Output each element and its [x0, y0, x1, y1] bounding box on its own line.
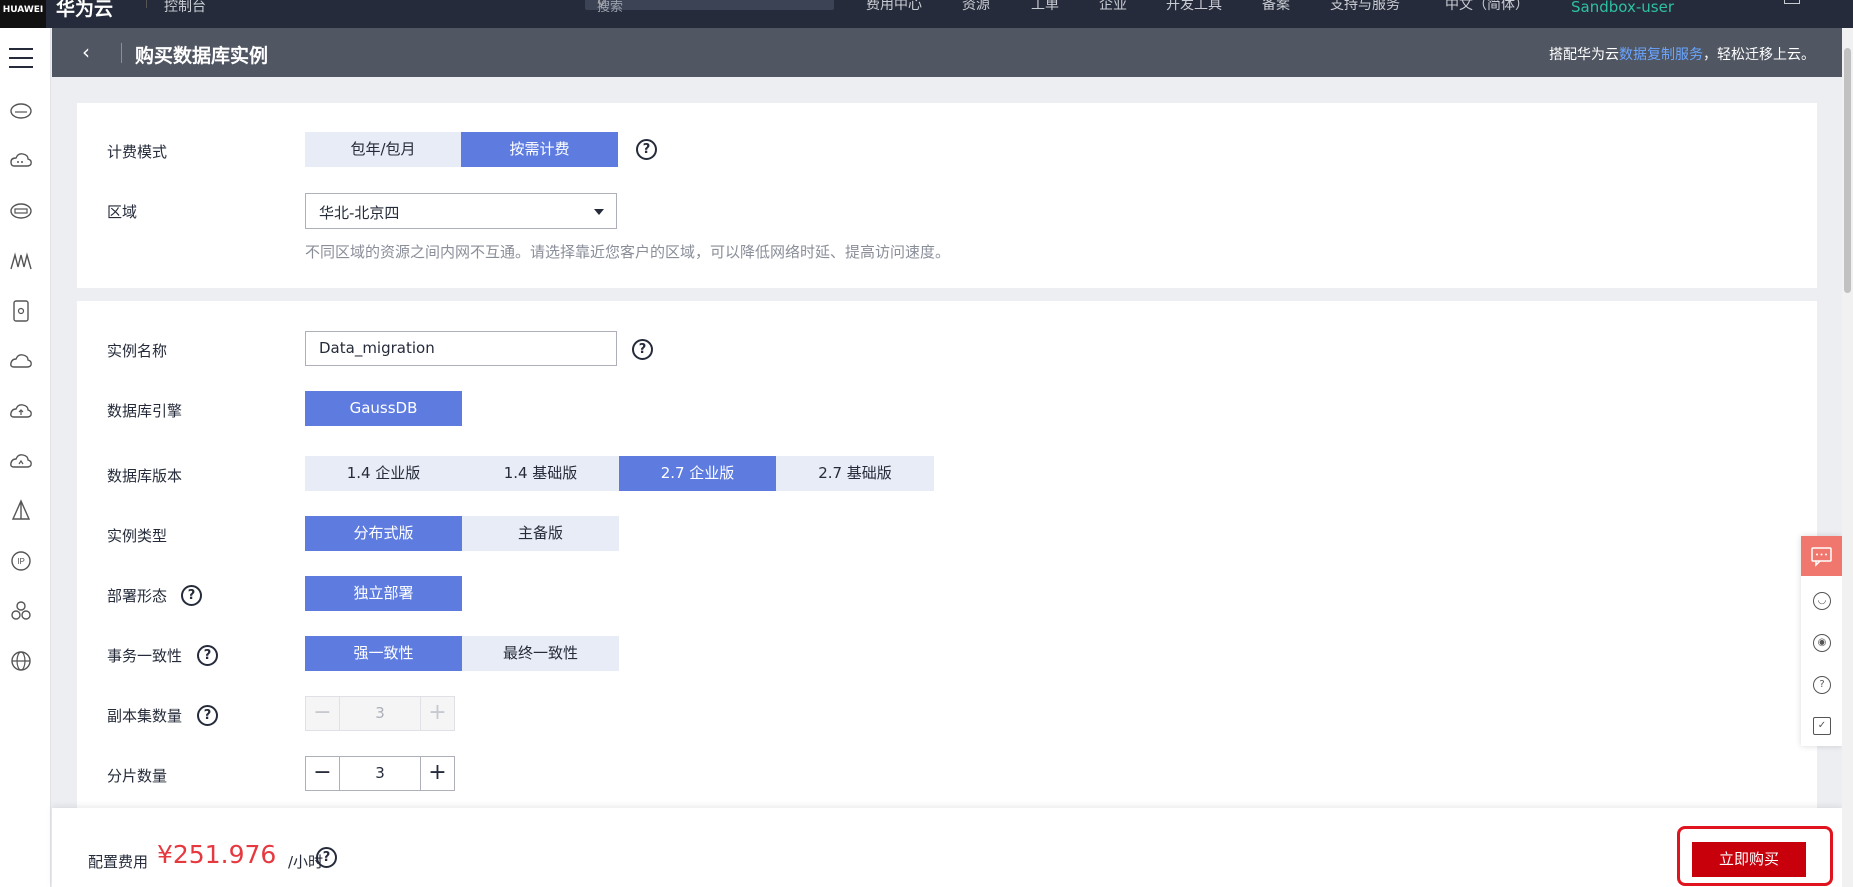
triangle-icon[interactable] — [9, 499, 33, 523]
type-option-distributed[interactable]: 分布式版 — [305, 516, 462, 551]
service-agent-icon[interactable]: ◉ — [1813, 634, 1831, 652]
nav-item-language[interactable]: 中文（简体） — [1445, 0, 1529, 14]
brand-name[interactable]: 华为云 — [56, 0, 113, 21]
nav-item-resources[interactable]: 资源 — [962, 0, 990, 14]
hamburger-icon[interactable] — [9, 48, 33, 75]
cloud-server-icon[interactable] — [9, 99, 33, 123]
db-engine-label: 数据库引擎 — [107, 402, 183, 420]
consistency-help-icon[interactable]: ? — [197, 645, 218, 666]
price-footer: 配置费用 ¥251.976 /小时 ? — [52, 808, 1842, 887]
header-tip: 搭配华为云数据复制服务，轻松迁移上云。 — [1549, 47, 1815, 63]
billing-option-yearly[interactable]: 包年/包月 — [305, 132, 461, 167]
header-divider — [121, 43, 122, 63]
nav-divider — [146, 0, 147, 8]
buy-now-button[interactable]: 立即购买 — [1692, 842, 1806, 877]
svg-text:IP: IP — [17, 557, 25, 566]
instance-name-help-icon[interactable]: ? — [632, 339, 653, 360]
shard-count-value[interactable]: 3 — [340, 764, 420, 782]
globe-icon[interactable] — [9, 649, 33, 673]
feedback-icon[interactable]: ◡ — [1813, 592, 1831, 610]
page-header: ‹ 购买数据库实例 搭配华为云数据复制服务，轻松迁移上云。 — [52, 28, 1842, 77]
search-icon[interactable]: ⚲ — [597, 0, 824, 10]
db-version-label: 数据库版本 — [107, 467, 183, 485]
scrollbar-thumb[interactable] — [1844, 48, 1851, 293]
checklist-icon[interactable]: ✓ — [1813, 717, 1831, 735]
replica-increment-button: + — [420, 697, 454, 730]
instance-type-label: 实例类型 — [107, 527, 168, 545]
instance-name-label: 实例名称 — [107, 342, 168, 360]
fee-label: 配置费用 — [88, 853, 149, 871]
database-icon[interactable] — [9, 299, 33, 323]
shard-count-stepper[interactable]: − 3 + — [305, 756, 455, 791]
replica-help-icon[interactable]: ? — [197, 705, 218, 726]
shard-count-label: 分片数量 — [107, 767, 168, 785]
version-option-1-4-enterprise[interactable]: 1.4 企业版 — [305, 456, 462, 491]
price-value: ¥251.976 — [157, 840, 277, 869]
deploy-help-icon[interactable]: ? — [181, 585, 202, 606]
billing-region-panel: 计费模式 包年/包月 按需计费 ? 区域 华北-北京四 不同区域的资源之间内网不… — [77, 103, 1817, 288]
region-label: 区域 — [107, 203, 138, 221]
version-option-2-7-basic[interactable]: 2.7 基础版 — [776, 456, 934, 491]
cloud-icon[interactable] — [9, 349, 33, 373]
chat-icon[interactable] — [1801, 536, 1842, 576]
page-scrollbar[interactable] — [1842, 28, 1853, 887]
price-help-icon[interactable]: ? — [316, 847, 337, 868]
help-icon[interactable]: ? — [1813, 676, 1831, 694]
nav-item-billing[interactable]: 费用中心 — [866, 0, 922, 14]
consistency-label: 事务一致性 — [107, 647, 183, 665]
ip-icon[interactable]: IP — [9, 549, 33, 573]
replica-count-stepper: − 3 + — [305, 696, 455, 731]
page-title: 购买数据库实例 — [135, 45, 269, 67]
back-button[interactable]: ‹ — [82, 40, 90, 64]
chevron-down-icon — [594, 209, 604, 215]
region-hint: 不同区域的资源之间内网不互通。请选择靠近您客户的区域，可以降低网络时延、提高访问… — [305, 243, 951, 261]
service-sidebar: IP — [0, 28, 51, 887]
region-select[interactable]: 华北-北京四 — [305, 193, 617, 229]
shard-increment-button[interactable]: + — [420, 757, 454, 790]
network-icon[interactable] — [9, 249, 33, 273]
shard-decrement-button[interactable]: − — [306, 757, 340, 790]
floating-toolbar: ◡ ◉ ? ✓ — [1801, 536, 1842, 746]
replica-count-label: 副本集数量 — [107, 707, 183, 725]
nav-item-enterprise[interactable]: 企业 — [1099, 0, 1127, 14]
top-navigation: HUAWEI 华为云 控制台 搜索 ⚲ 费用中心 资源 工单 企业 开发工具 备… — [0, 0, 1853, 28]
billing-option-on-demand[interactable]: 按需计费 — [461, 132, 618, 167]
version-option-2-7-enterprise[interactable]: 2.7 企业版 — [619, 456, 776, 491]
cloud-sync-icon[interactable] — [9, 449, 33, 473]
global-search-input[interactable]: 搜索 ⚲ — [585, 0, 834, 15]
nav-item-support[interactable]: 支持与服务 — [1330, 0, 1400, 14]
instance-name-value: Data_migration — [319, 339, 435, 357]
user-name[interactable]: Sandbox-user — [1571, 0, 1674, 16]
deploy-option-standalone[interactable]: 独立部署 — [305, 576, 462, 611]
cloud-upload-icon[interactable] — [9, 399, 33, 423]
console-link[interactable]: 控制台 — [164, 0, 206, 16]
instance-config-panel: 实例名称 Data_migration ? 数据库引擎 GaussDB 数据库版… — [77, 301, 1817, 811]
instance-name-input[interactable]: Data_migration — [305, 331, 617, 366]
user-menu-icon[interactable] — [1784, 0, 1800, 4]
billing-mode-label: 计费模式 — [107, 143, 168, 161]
cloud-icon[interactable] — [9, 149, 33, 173]
consistency-option-strong[interactable]: 强一致性 — [305, 636, 462, 671]
billing-help-icon[interactable]: ? — [636, 139, 657, 160]
nav-item-devtools[interactable]: 开发工具 — [1166, 0, 1222, 14]
drs-service-link[interactable]: 数据复制服务 — [1619, 47, 1703, 63]
type-option-primary-standby[interactable]: 主备版 — [462, 516, 619, 551]
region-value: 华北-北京四 — [319, 204, 400, 222]
version-option-1-4-basic[interactable]: 1.4 基础版 — [462, 456, 619, 491]
nav-item-filing[interactable]: 备案 — [1262, 0, 1290, 14]
cluster-icon[interactable] — [9, 599, 33, 623]
storage-icon[interactable] — [9, 199, 33, 223]
nav-item-tickets[interactable]: 工单 — [1031, 0, 1059, 14]
replica-count-value: 3 — [375, 704, 385, 722]
huawei-logo[interactable]: HUAWEI — [0, 0, 46, 28]
deploy-label: 部署形态 — [107, 587, 168, 605]
engine-option-gaussdb[interactable]: GaussDB — [305, 391, 462, 426]
consistency-option-eventual[interactable]: 最终一致性 — [462, 636, 619, 671]
replica-decrement-button: − — [306, 697, 340, 730]
